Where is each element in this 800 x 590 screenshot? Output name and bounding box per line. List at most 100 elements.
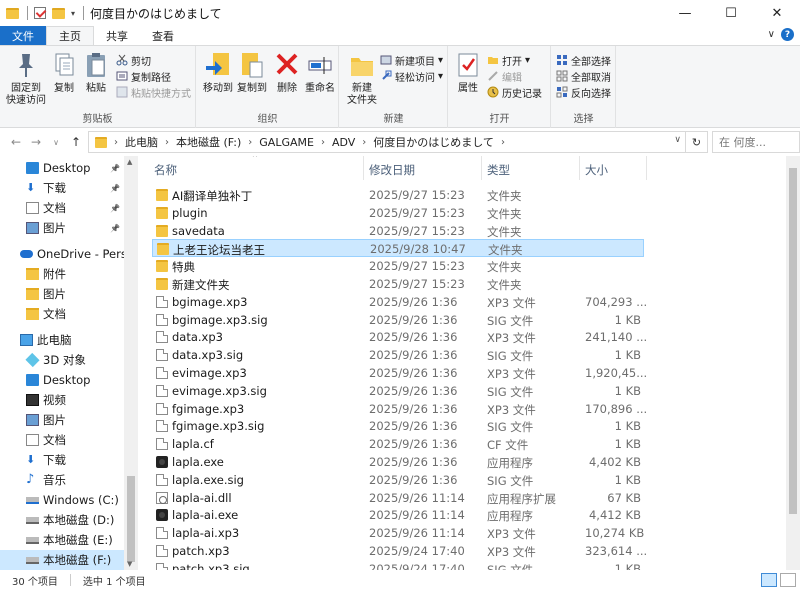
file-row[interactable]: lapla-ai.exe 2025/9/26 11:14 应用程序 4,412 KB <box>152 506 644 524</box>
select-all-button[interactable]: 全部选择 <box>556 52 611 68</box>
sidebar-item[interactable]: 附件 <box>0 264 124 284</box>
column-name[interactable]: 名称 <box>154 162 177 178</box>
sidebar-item[interactable]: 本地磁盘 (F:) <box>0 550 124 570</box>
search-input[interactable]: 在 何度... <box>712 131 800 153</box>
sidebar-item[interactable]: 本地磁盘 (D:) <box>0 510 124 530</box>
file-row[interactable]: plugin 2025/9/27 15:23 文件夹 <box>152 204 644 222</box>
scrollbar-thumb[interactable] <box>127 476 135 562</box>
scroll-up-icon[interactable]: ▲ <box>127 158 132 166</box>
help-icon[interactable]: ? <box>781 28 794 41</box>
copy-button[interactable]: 复制 <box>50 50 78 95</box>
sidebar-item[interactable]: 图片 📌 <box>0 218 124 238</box>
file-row[interactable]: bgimage.xp3 2025/9/26 1:36 XP3 文件 704,293 .… <box>152 293 647 311</box>
tab-home[interactable]: 主页 <box>46 26 94 45</box>
file-row[interactable]: AI翻译单独补丁 2025/9/27 15:23 文件夹 <box>152 186 644 204</box>
sidebar-item[interactable]: ⬇ 下载 <box>0 450 124 470</box>
sidebar-item[interactable]: 视频 <box>0 390 124 410</box>
file-row[interactable]: savedata 2025/9/27 15:23 文件夹 <box>152 222 644 240</box>
sidebar-item[interactable]: ♪ 音乐 <box>0 470 124 490</box>
column-size[interactable]: 大小 <box>585 162 608 178</box>
history-button[interactable]: 历史记录 <box>487 84 542 100</box>
close-button[interactable]: ✕ <box>754 0 800 26</box>
new-item-button[interactable]: 新建项目 ▾ <box>380 52 443 68</box>
breadcrumb-adv[interactable]: ADV <box>328 136 359 149</box>
file-row[interactable]: evimage.xp3 2025/9/26 1:36 XP3 文件 1,920,45.… <box>152 364 647 382</box>
file-row[interactable]: data.xp3 2025/9/26 1:36 XP3 文件 241,140 ... <box>152 328 647 346</box>
easy-access-button[interactable]: 轻松访问 ▾ <box>380 68 443 84</box>
open-button[interactable]: 打开 ▾ <box>487 52 530 68</box>
file-row[interactable]: fgimage.xp3.sig 2025/9/26 1:36 SIG 文件 1 KB <box>152 417 644 435</box>
chevron-right-icon[interactable]: › <box>359 137 369 148</box>
move-to-button[interactable]: 移动到 <box>201 50 235 95</box>
file-row[interactable]: lapla-ai.xp3 2025/9/26 11:14 XP3 文件 10,274 … <box>152 524 644 542</box>
column-divider[interactable] <box>481 156 482 180</box>
up-arrow-icon[interactable]: ↑ <box>66 135 86 149</box>
sidebar-item[interactable]: 本地磁盘 (E:) <box>0 530 124 550</box>
navigation-pane-scrollbar[interactable]: ▲ ▼ <box>124 156 138 570</box>
customize-toolbar-icon[interactable]: ▾ <box>71 9 75 18</box>
sidebar-item[interactable]: 图片 <box>0 410 124 430</box>
file-row[interactable]: evimage.xp3.sig 2025/9/26 1:36 SIG 文件 1 KB <box>152 382 644 400</box>
chevron-down-icon[interactable]: ∨ <box>674 135 681 145</box>
sidebar-item[interactable]: 文档 <box>0 430 124 450</box>
sidebar-item[interactable]: Desktop 📌 <box>0 158 124 178</box>
tab-share[interactable]: 共享 <box>94 26 140 45</box>
cut-button[interactable]: 剪切 <box>116 52 151 68</box>
rename-button[interactable]: 重命名 <box>303 50 337 95</box>
properties-button[interactable]: 属性 <box>453 50 483 95</box>
sidebar-item[interactable]: 文档 📌 <box>0 198 124 218</box>
copy-to-button[interactable]: 复制到 <box>235 50 269 95</box>
new-folder-button[interactable]: 新建 文件夹 <box>344 50 380 107</box>
file-row[interactable]: lapla.cf 2025/9/26 1:36 CF 文件 1 KB <box>152 435 644 453</box>
sidebar-item[interactable]: Desktop <box>0 370 124 390</box>
address-bar[interactable]: › 此电脑 › 本地磁盘 (F:) › GALGAME › ADV › 何度目か… <box>88 131 708 153</box>
recent-locations-icon[interactable]: ∨ <box>46 138 66 147</box>
file-row[interactable]: 上老王论坛当老王 2025/9/28 10:47 文件夹 <box>152 239 644 258</box>
tab-view[interactable]: 查看 <box>140 26 186 45</box>
file-row[interactable]: patch.xp3 2025/9/24 17:40 XP3 文件 323,614 ..… <box>152 542 647 560</box>
collapse-ribbon-icon[interactable]: ∨ <box>768 29 775 40</box>
sidebar-item[interactable]: 此电脑 <box>0 330 124 350</box>
breadcrumb-current-folder[interactable]: 何度目かのはじめまして <box>369 134 498 150</box>
file-row[interactable]: fgimage.xp3 2025/9/26 1:36 XP3 文件 170,896 .… <box>152 400 647 418</box>
edit-button[interactable]: 编辑 <box>487 68 522 84</box>
back-arrow-icon[interactable]: ← <box>6 135 26 149</box>
large-icons-view-icon[interactable] <box>780 573 796 587</box>
chevron-right-icon[interactable]: › <box>162 137 172 148</box>
forward-arrow-icon[interactable]: → <box>26 135 46 149</box>
breadcrumb-drive-f[interactable]: 本地磁盘 (F:) <box>172 134 245 150</box>
file-row[interactable]: data.xp3.sig 2025/9/26 1:36 SIG 文件 1 KB <box>152 346 644 364</box>
file-row[interactable]: lapla-ai.dll 2025/9/26 11:14 应用程序扩展 67 KB <box>152 489 644 507</box>
chevron-right-icon[interactable]: › <box>245 137 255 148</box>
minimize-button[interactable]: — <box>662 0 708 26</box>
properties-quick-icon[interactable] <box>34 7 46 19</box>
pin-quick-access-button[interactable]: 固定到 快速访问 <box>4 50 48 107</box>
breadcrumb-galgame[interactable]: GALGAME <box>255 136 318 149</box>
delete-button[interactable]: 删除 <box>273 50 301 95</box>
file-row[interactable]: lapla.exe 2025/9/26 1:36 应用程序 4,402 KB <box>152 453 644 471</box>
sidebar-item[interactable]: 3D 对象 <box>0 350 124 370</box>
column-divider[interactable] <box>579 156 580 180</box>
copy-path-button[interactable]: 复制路径 <box>116 68 171 84</box>
file-row[interactable]: 特典 2025/9/27 15:23 文件夹 <box>152 257 644 275</box>
maximize-button[interactable]: ☐ <box>708 0 754 26</box>
file-row[interactable]: bgimage.xp3.sig 2025/9/26 1:36 SIG 文件 1 KB <box>152 311 644 329</box>
file-row[interactable]: lapla.exe.sig 2025/9/26 1:36 SIG 文件 1 KB <box>152 471 644 489</box>
sidebar-item[interactable]: Windows (C:) <box>0 490 124 510</box>
file-row[interactable]: 新建文件夹 2025/9/27 15:23 文件夹 <box>152 275 644 293</box>
details-view-icon[interactable] <box>761 573 777 587</box>
invert-selection-button[interactable]: 反向选择 <box>556 84 611 100</box>
paste-button[interactable]: 粘贴 <box>82 50 110 95</box>
sidebar-item[interactable]: 图片 <box>0 284 124 304</box>
select-none-button[interactable]: 全部取消 <box>556 68 611 84</box>
breadcrumb-this-pc[interactable]: 此电脑 <box>121 134 162 150</box>
scrollbar-thumb[interactable] <box>789 168 797 514</box>
chevron-right-icon[interactable]: › <box>498 137 508 148</box>
file-list-scrollbar[interactable] <box>786 156 800 570</box>
column-divider[interactable] <box>646 156 647 180</box>
sidebar-item[interactable]: ⬇ 下载 📌 <box>0 178 124 198</box>
chevron-right-icon[interactable]: › <box>111 137 121 148</box>
sidebar-item[interactable]: 文档 <box>0 304 124 324</box>
column-type[interactable]: 类型 <box>487 162 510 178</box>
column-date[interactable]: 修改日期 <box>369 162 415 178</box>
